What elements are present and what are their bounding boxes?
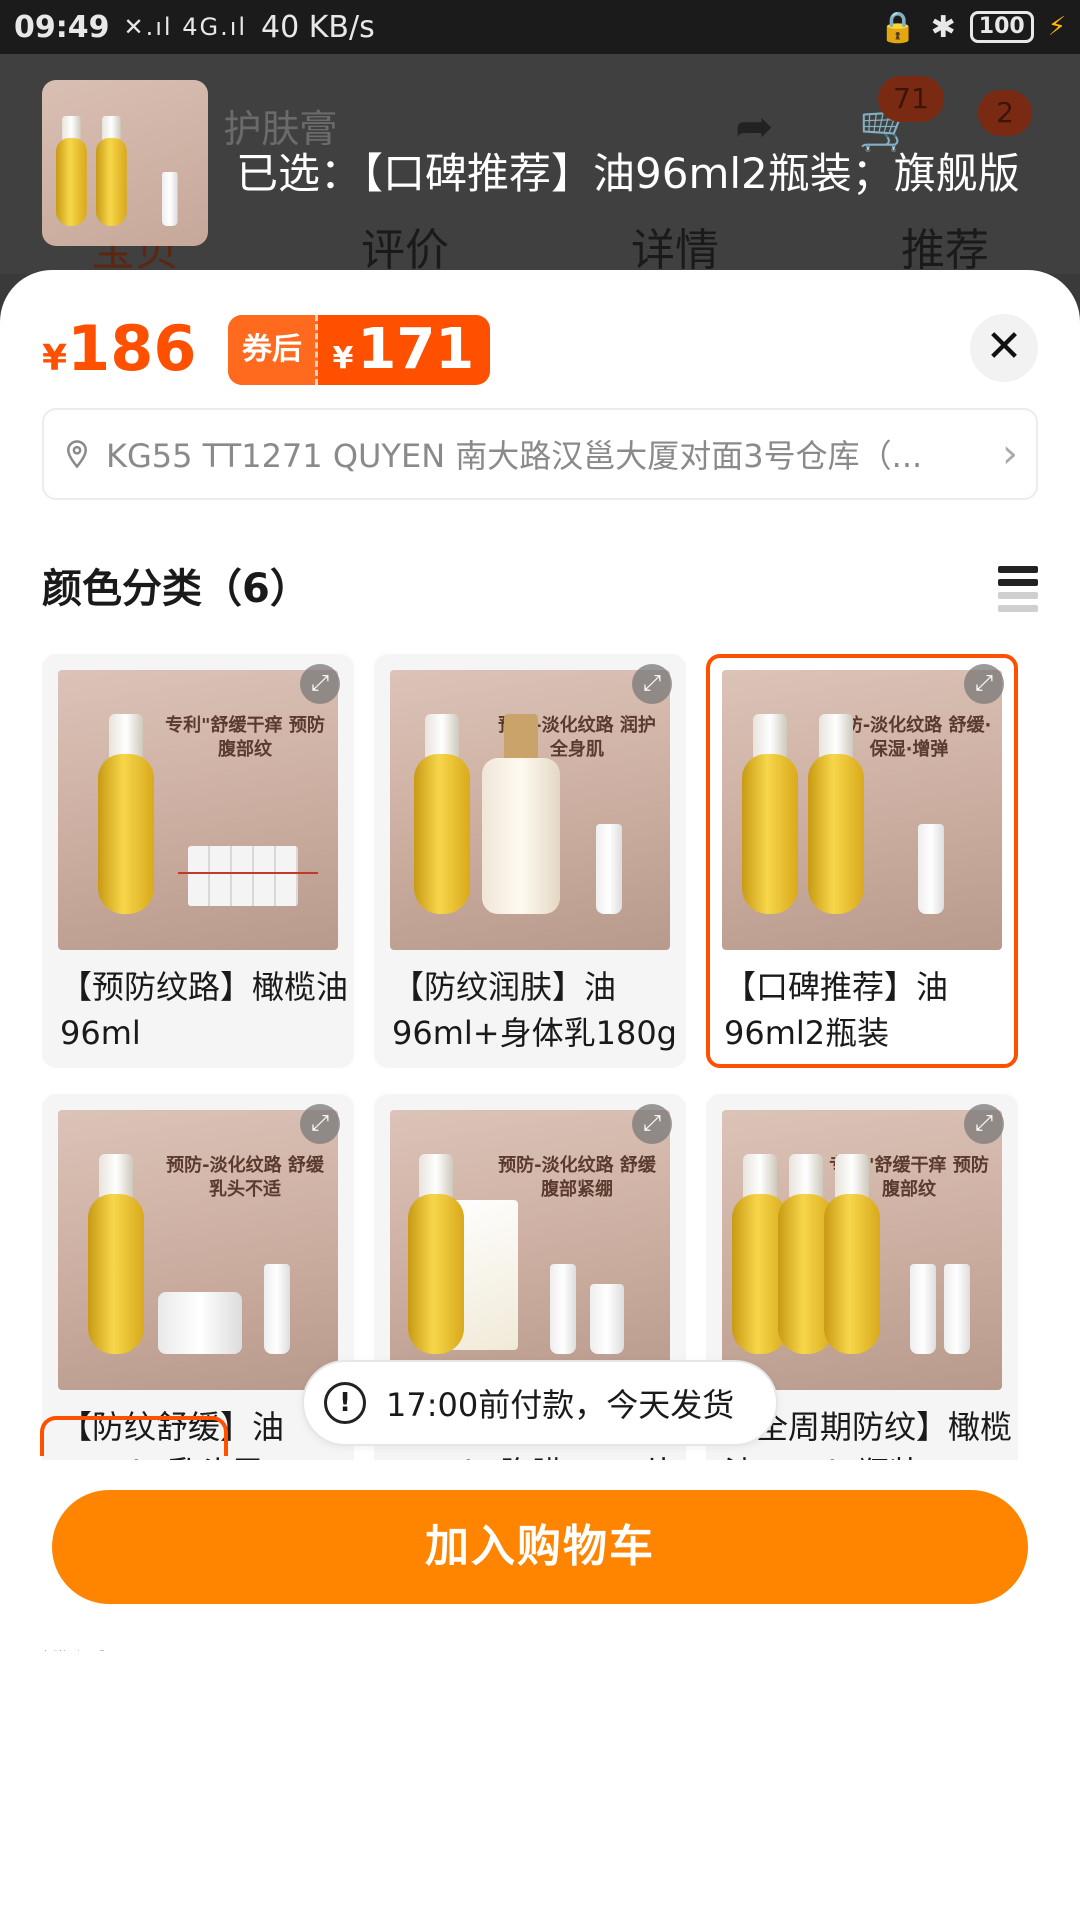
tab-details: 详情: [631, 225, 719, 276]
close-icon: ✕: [985, 321, 1023, 372]
product-image: 预防-淡化纹路 舒缓乳头不适: [58, 1110, 338, 1390]
price-row: ¥ 186 券后 ¥ 171: [42, 312, 491, 385]
selected-variant-text: 已选：【口碑推荐】油96ml2瓶装；旗舰版: [236, 149, 1020, 198]
cart-badge: 71: [878, 76, 944, 122]
expand-icon[interactable]: ⤢: [632, 1104, 672, 1144]
color-option-card[interactable]: 预防-淡化纹路 润护全身肌 ⤢ 【防纹润肤】油96ml+身体乳180g: [374, 654, 686, 1068]
expand-icon[interactable]: ⤢: [300, 664, 340, 704]
list-view-toggle-icon[interactable]: [998, 566, 1038, 618]
promo-text: 预防-淡化纹路 舒缓乳头不适: [166, 1155, 324, 1200]
product-image: 专利"舒缓干痒 预防腹部纹: [722, 1110, 1002, 1390]
shipping-tip-toast: ! 17:00前付款，今天发货: [302, 1360, 778, 1446]
network-speed: 40 KB/s: [261, 9, 375, 45]
close-button[interactable]: ✕: [970, 314, 1038, 382]
status-bar: 09:49 ✕.ıl 4G.ıl 40 KB/s 🔒 ✱ 100 ⚡: [0, 0, 1080, 54]
color-option-card[interactable]: 专利"舒缓干痒 预防腹部纹 ⤢ 【预防纹路】橄榄油96ml: [42, 654, 354, 1068]
version-option[interactable]: [40, 1416, 228, 1456]
color-option-label: 【防纹润肤】油96ml+身体乳180g: [392, 968, 677, 1052]
product-image: 预防-淡化纹路 舒缓腹部紧绷: [390, 1110, 670, 1390]
product-image: 预防-淡化纹路 舒缓·保湿·增弹: [722, 670, 1002, 950]
sku-selector-sheet: ¥ 186 券后 ¥ 171 ✕ KG55 TT1271 QUYEN 南大路汉邕…: [0, 270, 1080, 1920]
selected-product-image[interactable]: [42, 80, 208, 246]
address-text: KG55 TT1271 QUYEN 南大路汉邕大厦对面3号仓库（...: [106, 437, 923, 475]
promo-text: 专利"舒缓干痒 预防腹部纹: [165, 715, 325, 760]
color-option-label: 【预防纹路】橄榄油96ml: [60, 968, 349, 1052]
product-image: 专利"舒缓干痒 预防腹部纹: [58, 670, 338, 950]
add-to-cart-button[interactable]: 加入购物车: [52, 1490, 1028, 1604]
color-option-card-selected[interactable]: 预防-淡化纹路 舒缓·保湿·增弹 ⤢ 【口碑推荐】油96ml2瓶装: [706, 654, 1018, 1068]
address-selector[interactable]: KG55 TT1271 QUYEN 南大路汉邕大厦对面3号仓库（... ›: [42, 408, 1038, 500]
status-time: 09:49: [14, 9, 110, 45]
color-option-card[interactable]: 专利"舒缓干痒 预防腹部纹 ⤢ 【全周期防纹】橄榄油96ml3瓶装: [706, 1094, 1018, 1508]
shipping-tip-text: 17:00前付款，今天发货: [386, 1386, 735, 1424]
expand-icon[interactable]: ⤢: [300, 1104, 340, 1144]
promo-text: 预防-淡化纹路 舒缓腹部紧绷: [498, 1155, 656, 1200]
price: ¥ 186: [42, 312, 197, 385]
chevron-right-icon: ›: [1002, 431, 1018, 477]
tab-reviews: 评价: [361, 225, 449, 276]
expand-icon[interactable]: ⤢: [964, 664, 1004, 704]
signal-icon: ✕.ıl 4G.ıl: [123, 13, 248, 41]
location-pin-icon: [66, 440, 88, 469]
tab-recommend: 推荐: [901, 225, 989, 276]
color-option-label: 【口碑推荐】油96ml2瓶装: [724, 968, 949, 1052]
message-badge: 2: [978, 90, 1032, 136]
coupon-price-badge: 券后 ¥ 171: [228, 315, 491, 385]
product-image: 预防-淡化纹路 润护全身肌: [390, 670, 670, 950]
bluetooth-icon: ✱: [930, 9, 956, 45]
exclamation-icon: !: [324, 1382, 366, 1424]
charging-icon: ⚡: [1047, 12, 1066, 42]
battery-level: 100: [969, 11, 1034, 43]
lock-icon: 🔒: [879, 9, 917, 45]
expand-icon[interactable]: ⤢: [632, 664, 672, 704]
color-section-title: 颜色分类（6）: [42, 566, 310, 612]
expand-icon[interactable]: ⤢: [964, 1104, 1004, 1144]
